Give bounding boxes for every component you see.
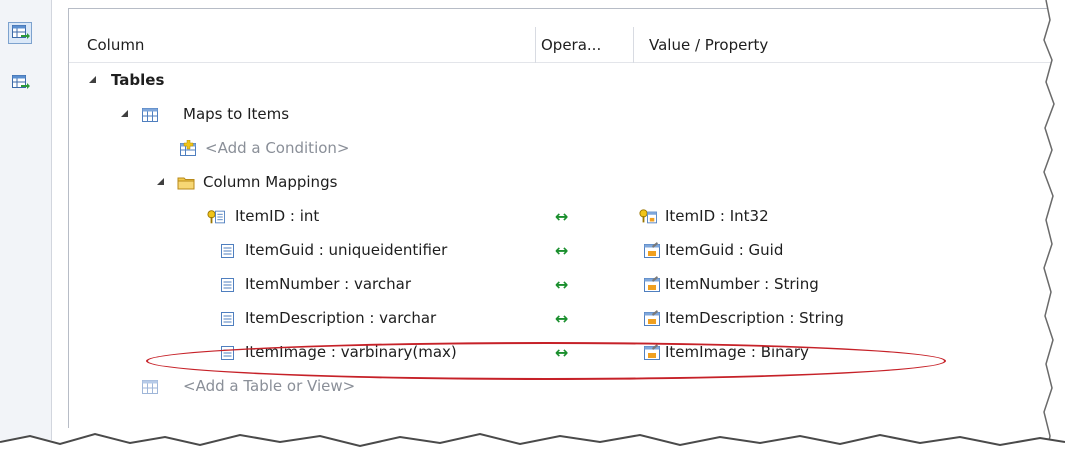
mapping-toolbar [0, 0, 52, 440]
operator-header[interactable]: Opera... [541, 27, 601, 63]
mapping-row[interactable]: ItemNumber : varchar ↔ ItemNumber : Stri… [69, 268, 1059, 301]
property-icon [644, 242, 660, 258]
collapse-triangle-icon[interactable] [119, 98, 133, 131]
mapping-operator[interactable]: ↔ [555, 200, 568, 233]
column-name: ItemDescription : varchar [245, 309, 437, 327]
mapping-details-window: Column Opera... Value / Property Tables [0, 0, 1065, 456]
key-column-icon [207, 210, 225, 224]
table-icon [142, 108, 158, 122]
column-name: ItemID : int [235, 207, 320, 225]
folder-icon [177, 177, 195, 190]
add-condition-placeholder[interactable]: <Add a Condition> [205, 132, 350, 165]
add-condition-icon [180, 140, 196, 156]
property-name: ItemDescription : String [665, 309, 844, 327]
add-table-placeholder[interactable]: <Add a Table or View> [183, 370, 355, 403]
collapse-triangle-icon[interactable] [155, 166, 169, 199]
column-icon [221, 278, 234, 292]
maps-to-label: Maps to Items [183, 105, 290, 123]
mapping-row[interactable]: ItemDescription : varchar ↔ ItemDescript… [69, 302, 1059, 335]
value-property-header[interactable]: Value / Property [649, 27, 768, 63]
property-icon [644, 310, 660, 326]
tree-row-add-condition[interactable]: <Add a Condition> [69, 132, 1059, 165]
grid-header: Column Opera... Value / Property [69, 27, 1059, 63]
property-name: ItemID : Int32 [665, 207, 769, 225]
property-icon [644, 276, 660, 292]
column-icon [221, 244, 234, 258]
column-name: ItemGuid : uniqueidentifier [245, 241, 448, 259]
map-entity-to-functions-button[interactable] [8, 72, 32, 94]
mapping-operator[interactable]: ↔ [555, 302, 568, 335]
mapping-operator[interactable]: ↔ [555, 268, 568, 301]
column-header[interactable]: Column [87, 27, 144, 63]
tree-row-tables[interactable]: Tables [69, 64, 1059, 97]
mapping-row[interactable]: ItemImage : varbinary(max) ↔ ItemImage :… [69, 336, 1059, 369]
tables-label: Tables [111, 71, 165, 89]
torn-edge-bottom [0, 432, 1065, 456]
column-divider[interactable] [633, 27, 634, 63]
mapping-grid: Column Opera... Value / Property Tables [68, 8, 1059, 428]
mapping-row[interactable]: ItemID : int ↔ ItemID : Int32 [69, 200, 1059, 233]
tree-row-add-table[interactable]: <Add a Table or View> [69, 370, 1059, 403]
collapse-triangle-icon[interactable] [87, 64, 101, 97]
tree-row-maps-to[interactable]: Maps to Items [69, 98, 1059, 131]
map-table-icon [12, 25, 30, 39]
mapping-row[interactable]: ItemGuid : uniqueidentifier ↔ ItemGuid :… [69, 234, 1059, 267]
tree-row-column-mappings[interactable]: Column Mappings [69, 166, 1059, 199]
map-function-icon [12, 75, 30, 89]
key-property-icon [639, 209, 657, 224]
column-mappings-label: Column Mappings [203, 173, 338, 191]
property-name: ItemImage : Binary [665, 343, 809, 361]
mapping-operator[interactable]: ↔ [555, 336, 568, 369]
column-name: ItemImage : varbinary(max) [245, 343, 457, 361]
property-icon [644, 344, 660, 360]
mapping-operator[interactable]: ↔ [555, 234, 568, 267]
property-name: ItemNumber : String [665, 275, 819, 293]
column-name: ItemNumber : varchar [245, 275, 412, 293]
map-entity-to-tables-button[interactable] [8, 22, 32, 44]
column-icon [221, 346, 234, 360]
column-divider[interactable] [535, 27, 536, 63]
table-icon [142, 380, 158, 394]
column-icon [221, 312, 234, 326]
property-name: ItemGuid : Guid [665, 241, 784, 259]
